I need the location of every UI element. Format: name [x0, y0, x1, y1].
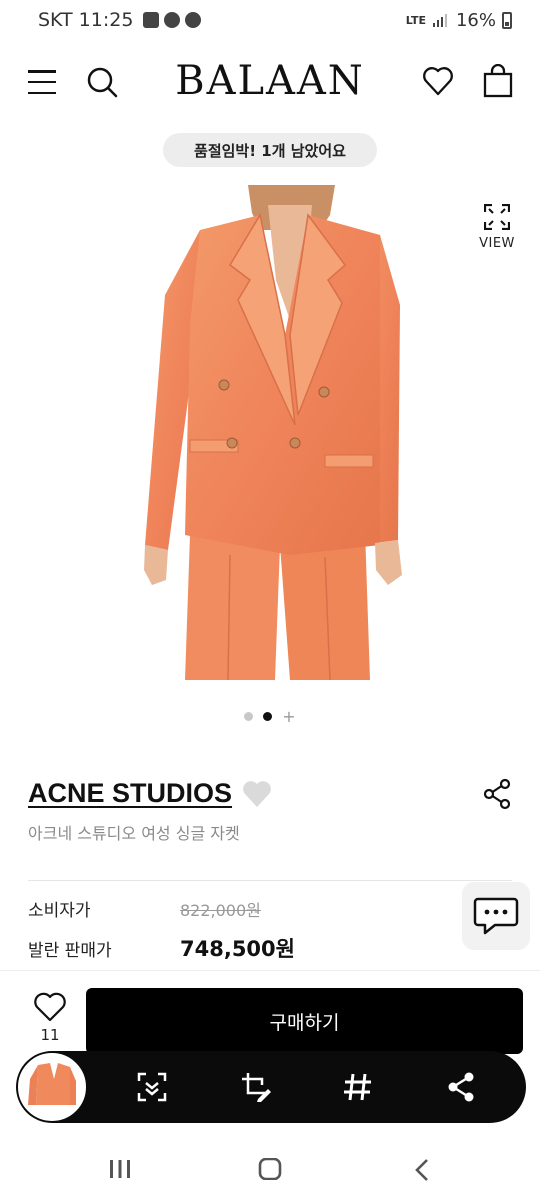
pager-more-icon[interactable]: +: [282, 709, 295, 725]
wishlist-heart-icon[interactable]: [422, 66, 454, 96]
pager-dot-active[interactable]: [263, 712, 273, 721]
wishlist-button[interactable]: 11: [28, 992, 72, 1044]
retail-price-value: 822,000원: [180, 900, 261, 920]
battery-icon: [502, 11, 512, 29]
system-nav-bar: [0, 1140, 540, 1200]
share-icon[interactable]: [445, 1071, 477, 1103]
floating-toolbar: [16, 1051, 526, 1123]
app-header: BALAAN: [0, 40, 540, 124]
carrier-label: SKT: [38, 9, 73, 31]
pager-dot[interactable]: [244, 712, 254, 721]
view-label: VIEW: [479, 236, 515, 251]
brand-link[interactable]: ACNE STUDIOS: [28, 778, 232, 809]
network-label: LTE: [405, 13, 426, 27]
image-pager: +: [0, 709, 540, 725]
heart-icon: [34, 992, 66, 1022]
crop-edit-icon[interactable]: [240, 1071, 272, 1103]
divider: [28, 880, 512, 881]
home-icon[interactable]: [258, 1158, 282, 1180]
divider: [0, 970, 540, 971]
gallery-notification-icon: [143, 12, 160, 28]
signal-icon: [432, 14, 447, 27]
status-bar: SKT 11:25 LTE 16%: [0, 0, 540, 40]
product-thumbnail[interactable]: [18, 1053, 86, 1121]
recent-apps-icon[interactable]: [108, 1158, 132, 1180]
buy-button[interactable]: 구매하기: [86, 988, 523, 1054]
shopping-bag-icon[interactable]: [483, 64, 513, 98]
share-icon[interactable]: [482, 778, 512, 810]
chat-bubble-icon: [473, 897, 519, 935]
sale-price-value: 748,500원: [180, 937, 295, 961]
low-stock-badge: 품절임박! 1개 남았어요: [163, 133, 377, 167]
sale-price-label: 발란 판매가: [28, 940, 112, 961]
back-icon[interactable]: [412, 1158, 432, 1182]
view-fullscreen-button[interactable]: VIEW: [474, 204, 520, 260]
brand-like-heart-icon[interactable]: [242, 780, 272, 808]
wishlist-count: 11: [40, 1026, 60, 1044]
clock: 11:25: [78, 9, 134, 31]
chat-button[interactable]: [462, 882, 530, 950]
expand-icon: [484, 204, 510, 230]
brand-row: ACNE STUDIOS: [28, 778, 272, 809]
sale-price-row: 발란 판매가 748,500원: [28, 933, 295, 963]
app-notification-icon: [164, 12, 181, 28]
retail-price-row: 소비자가 822,000원: [28, 896, 261, 922]
hashtag-icon[interactable]: [342, 1071, 374, 1103]
brand-logo[interactable]: BALAAN: [0, 58, 540, 104]
retail-price-label: 소비자가: [28, 901, 91, 921]
battery-percent: 16%: [455, 9, 496, 31]
scan-icon[interactable]: [136, 1071, 168, 1103]
chat-notification-icon: [185, 12, 202, 28]
product-name: 아크네 스튜디오 여성 싱글 자켓: [28, 824, 240, 843]
product-image[interactable]: [130, 185, 420, 680]
